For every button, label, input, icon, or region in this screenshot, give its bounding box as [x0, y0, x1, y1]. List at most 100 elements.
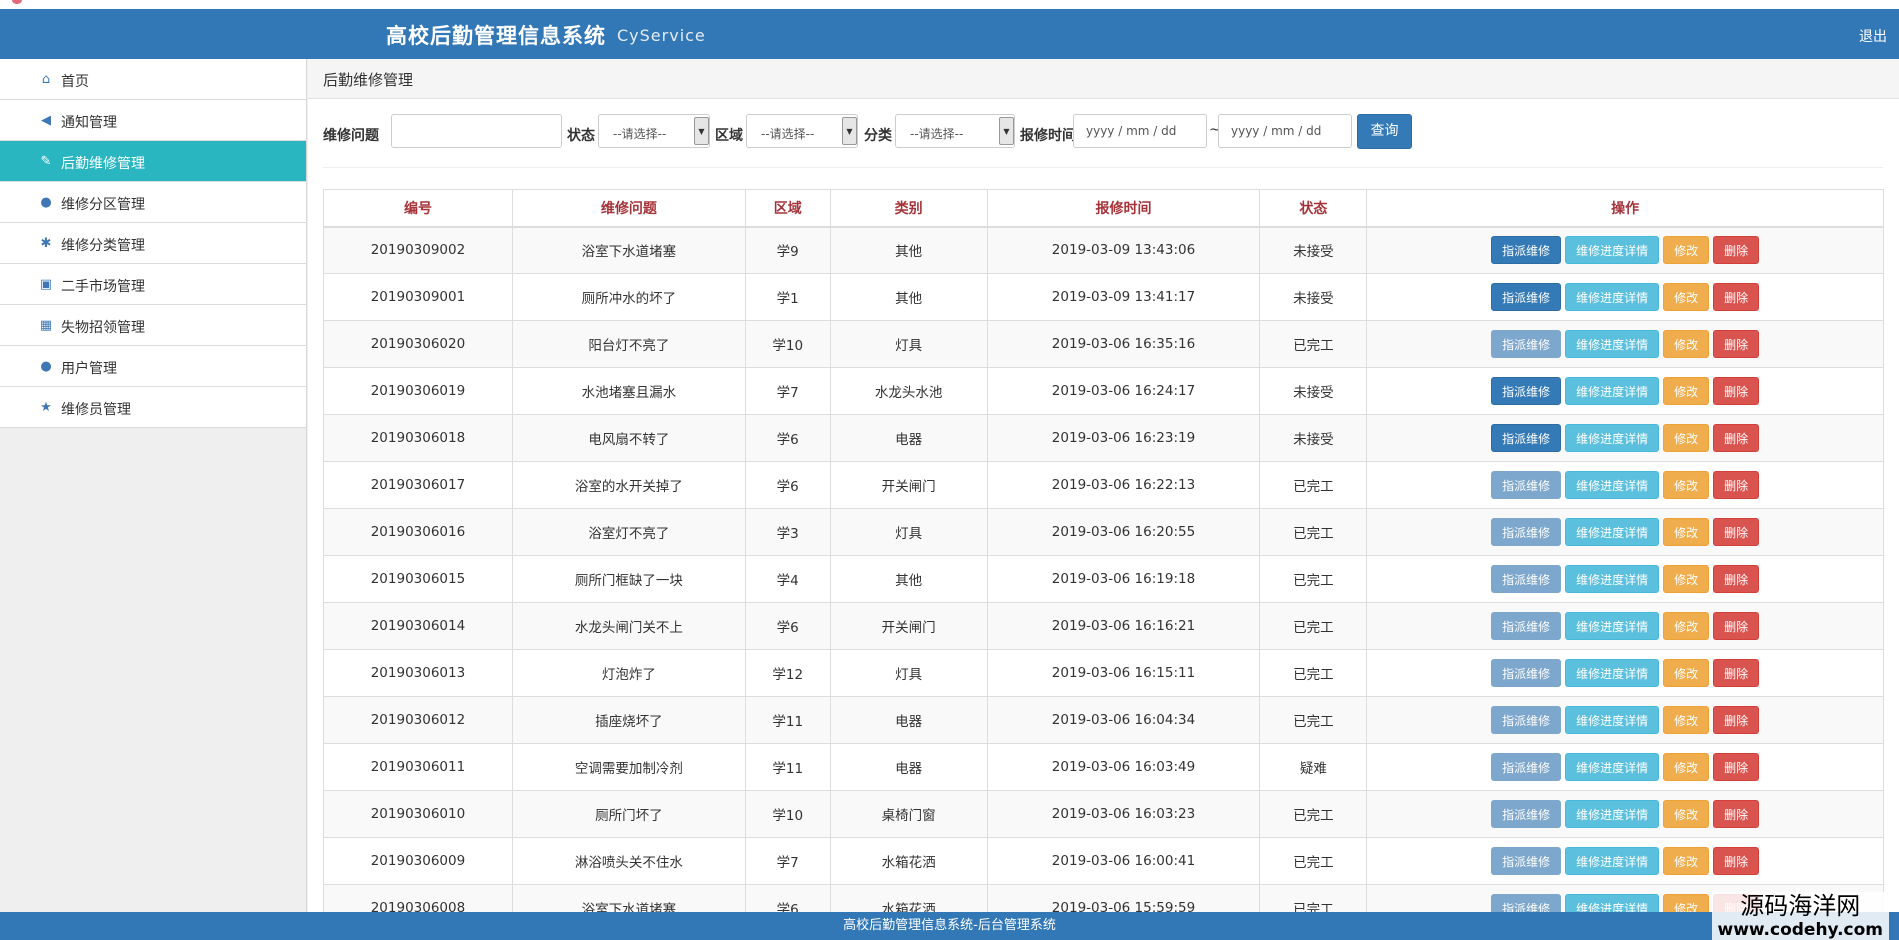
progress-detail-button[interactable]: 维修进度详情: [1565, 377, 1660, 405]
status-select[interactable]: --请选择-- ▼: [598, 114, 710, 148]
assign-repair-button[interactable]: 指派维修: [1491, 518, 1562, 546]
assign-repair-button[interactable]: 指派维修: [1491, 236, 1562, 265]
cell-status: 未接受: [1259, 414, 1368, 462]
progress-detail-button[interactable]: 维修进度详情: [1565, 753, 1660, 781]
cell-actions: 指派维修维修进度详情修改删除: [1366, 508, 1884, 556]
chevron-down-icon[interactable]: ▼: [999, 117, 1014, 145]
sidebar-item[interactable]: ● 用户管理: [0, 346, 306, 387]
category-select[interactable]: --请选择-- ▼: [895, 114, 1015, 148]
delete-button[interactable]: 删除: [1713, 847, 1760, 875]
delete-button[interactable]: 删除: [1713, 659, 1760, 687]
cell-time: 2019-03-06 16:22:13: [986, 461, 1261, 509]
sidebar-item[interactable]: ⌂ 首页: [0, 59, 306, 100]
cell-issue: 阳台灯不亮了: [511, 320, 746, 368]
edit-button[interactable]: 修改: [1663, 659, 1710, 687]
progress-detail-button[interactable]: 维修进度详情: [1565, 800, 1660, 828]
assign-repair-button[interactable]: 指派维修: [1491, 659, 1562, 687]
edit-button[interactable]: 修改: [1663, 518, 1710, 546]
sidebar-item[interactable]: ● 维修分区管理: [0, 182, 306, 223]
main-content: 后勤维修管理 维修问题 状态 --请选择-- ▼ 区域 --请选择-- ▼ 分类…: [308, 59, 1899, 932]
cell-category: 其他: [829, 555, 988, 603]
sidebar-item[interactable]: ▦ 失物招领管理: [0, 305, 306, 346]
delete-button[interactable]: 删除: [1713, 283, 1760, 311]
cell-status: 已完工: [1259, 461, 1368, 509]
table-row: 20190306014 水龙头闸门关不上 学6 开关闸门 2019-03-06 16:1…: [323, 602, 1884, 650]
edit-button[interactable]: 修改: [1663, 847, 1710, 875]
delete-button[interactable]: 删除: [1713, 612, 1760, 640]
sidebar-item[interactable]: ✎ 后勤维修管理: [0, 141, 306, 182]
assign-repair-button[interactable]: 指派维修: [1491, 424, 1562, 452]
table-row: 20190306012 插座烧坏了 学11 电器 2019-03-06 16:04:34…: [323, 696, 1884, 744]
sidebar-item[interactable]: ★ 维修员管理: [0, 387, 306, 428]
delete-button[interactable]: 删除: [1713, 706, 1760, 734]
progress-detail-button[interactable]: 维修进度详情: [1565, 471, 1660, 499]
cell-actions: 指派维修维修进度详情修改删除: [1366, 602, 1884, 650]
cell-issue: 厕所门坏了: [511, 790, 746, 838]
logout-link[interactable]: 退出: [1859, 26, 1887, 46]
progress-detail-button[interactable]: 维修进度详情: [1565, 847, 1660, 875]
assign-repair-button[interactable]: 指派维修: [1491, 847, 1562, 875]
query-button[interactable]: 查询: [1357, 114, 1412, 149]
sidebar-item[interactable]: ✱ 维修分类管理: [0, 223, 306, 264]
issue-input[interactable]: [391, 114, 562, 148]
progress-detail-button[interactable]: 维修进度详情: [1565, 659, 1660, 687]
date-from-input[interactable]: yyyy / mm / dd: [1073, 114, 1207, 148]
assign-repair-button[interactable]: 指派维修: [1491, 471, 1562, 499]
assign-repair-button[interactable]: 指派维修: [1491, 612, 1562, 640]
progress-detail-button[interactable]: 维修进度详情: [1565, 612, 1660, 640]
cell-area: 学6: [744, 602, 831, 650]
progress-detail-button[interactable]: 维修进度详情: [1565, 330, 1660, 358]
edit-button[interactable]: 修改: [1663, 612, 1710, 640]
cell-status: 已完工: [1259, 837, 1368, 885]
delete-button[interactable]: 删除: [1713, 753, 1760, 781]
delete-button[interactable]: 删除: [1713, 236, 1760, 265]
progress-detail-button[interactable]: 维修进度详情: [1565, 236, 1660, 265]
shopping-cart-icon: ▣: [39, 277, 53, 292]
chevron-down-icon[interactable]: ▼: [694, 117, 709, 145]
edit-button[interactable]: 修改: [1663, 424, 1710, 452]
chevron-down-icon[interactable]: ▼: [842, 117, 857, 145]
delete-button[interactable]: 删除: [1713, 565, 1760, 593]
delete-button[interactable]: 删除: [1713, 330, 1760, 358]
cell-id: 20190306010: [323, 790, 513, 838]
assign-repair-button[interactable]: 指派维修: [1491, 706, 1562, 734]
sidebar-item[interactable]: ▣ 二手市场管理: [0, 264, 306, 305]
status-select-value: --请选择--: [613, 127, 667, 141]
table-row: 20190306010 厕所门坏了 学10 桌椅门窗 2019-03-06 16:03:…: [323, 790, 1884, 838]
app-subtitle: CyService: [617, 26, 706, 45]
sidebar-item[interactable]: ◀ 通知管理: [0, 100, 306, 141]
delete-button[interactable]: 删除: [1713, 800, 1760, 828]
edit-button[interactable]: 修改: [1663, 330, 1710, 358]
assign-repair-button[interactable]: 指派维修: [1491, 330, 1562, 358]
progress-detail-button[interactable]: 维修进度详情: [1565, 518, 1660, 546]
issue-label: 维修问题: [323, 128, 379, 144]
progress-detail-button[interactable]: 维修进度详情: [1565, 283, 1660, 311]
cell-status: 已完工: [1259, 555, 1368, 603]
edit-button[interactable]: 修改: [1663, 706, 1710, 734]
cell-area: 学10: [744, 320, 831, 368]
delete-button[interactable]: 删除: [1713, 471, 1760, 499]
area-select[interactable]: --请选择-- ▼: [746, 114, 858, 148]
assign-repair-button[interactable]: 指派维修: [1491, 377, 1562, 405]
edit-button[interactable]: 修改: [1663, 377, 1710, 405]
delete-button[interactable]: 删除: [1713, 518, 1760, 546]
table-row: 20190306011 空调需要加制冷剂 学11 电器 2019-03-06 16:03…: [323, 743, 1884, 791]
progress-detail-button[interactable]: 维修进度详情: [1565, 565, 1660, 593]
assign-repair-button[interactable]: 指派维修: [1491, 800, 1562, 828]
edit-button[interactable]: 修改: [1663, 565, 1710, 593]
delete-button[interactable]: 删除: [1713, 424, 1760, 452]
assign-repair-button[interactable]: 指派维修: [1491, 283, 1562, 311]
edit-button[interactable]: 修改: [1663, 236, 1710, 265]
col-category: 类别: [829, 189, 988, 228]
edit-button[interactable]: 修改: [1663, 283, 1710, 311]
assign-repair-button[interactable]: 指派维修: [1491, 565, 1562, 593]
delete-button[interactable]: 删除: [1713, 377, 1760, 405]
date-to-input[interactable]: yyyy / mm / dd: [1218, 114, 1352, 148]
cell-actions: 指派维修维修进度详情修改删除: [1366, 790, 1884, 838]
assign-repair-button[interactable]: 指派维修: [1491, 753, 1562, 781]
progress-detail-button[interactable]: 维修进度详情: [1565, 424, 1660, 452]
edit-button[interactable]: 修改: [1663, 800, 1710, 828]
progress-detail-button[interactable]: 维修进度详情: [1565, 706, 1660, 734]
edit-button[interactable]: 修改: [1663, 471, 1710, 499]
edit-button[interactable]: 修改: [1663, 753, 1710, 781]
